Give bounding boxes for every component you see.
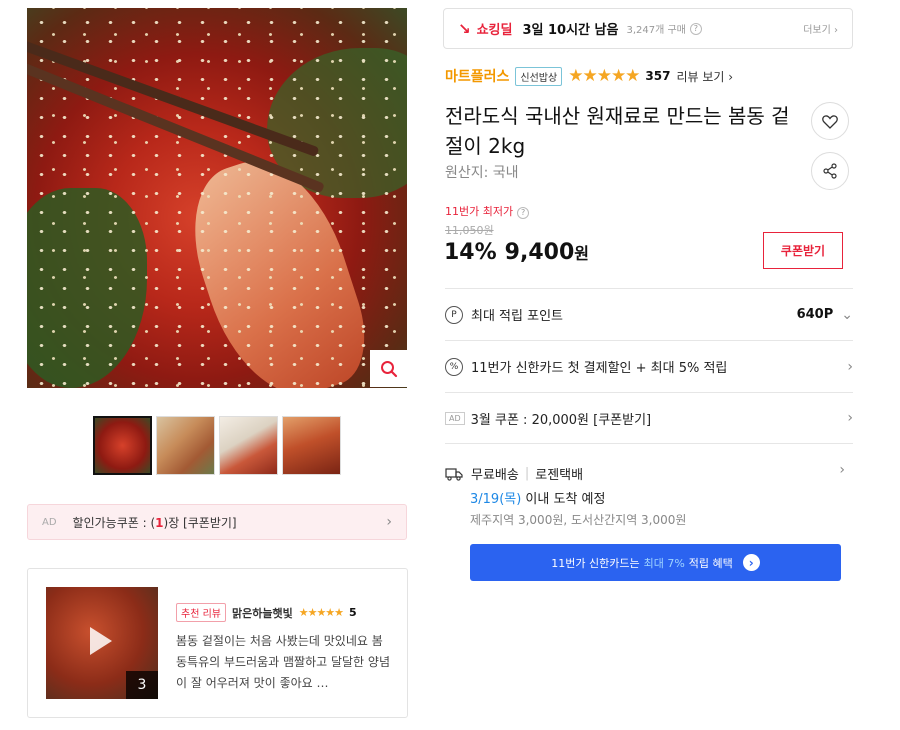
percent-icon: %: [445, 357, 463, 376]
points-icon: P: [445, 305, 463, 324]
thumbnail-3[interactable]: [219, 416, 278, 475]
deal-sold-count: 3,247개 구매: [626, 25, 686, 36]
card-promo-banner[interactable]: 11번가 신한카드는 최대 7% 적립 혜택 ›: [470, 544, 841, 581]
discount-rate: 14%: [444, 240, 497, 265]
monthly-coupon-row[interactable]: AD 3월 쿠폰 : 20,000원 [쿠폰받기] ›: [445, 392, 853, 443]
deal-arrow-icon: ↘: [458, 19, 471, 38]
brand-name[interactable]: 마트플러스: [445, 66, 509, 86]
shocking-deal-bar[interactable]: ↘ 쇼킹딜 3일 10시간 남음 3,247개 구매 ? 더보기 ›: [443, 8, 853, 49]
coupon-text: 할인가능쿠폰 : (1)장 [쿠폰받기]: [72, 515, 237, 530]
chevron-right-icon: ›: [839, 462, 845, 478]
heart-icon: [822, 114, 838, 129]
share-icon: [823, 163, 837, 179]
delivery-date: 3/19(목): [470, 492, 522, 507]
review-link[interactable]: 리뷰 보기 ›: [676, 68, 733, 85]
wishlist-button[interactable]: [811, 102, 849, 140]
reviewer-name: 맑은하늘햇빛: [231, 606, 293, 620]
get-coupon-button[interactable]: 쿠폰받기: [763, 232, 843, 269]
review-photo-count: 3: [126, 671, 158, 699]
brand-badge: 신선밥상: [515, 66, 563, 86]
divider: |: [524, 466, 530, 481]
chevron-right-icon: ›: [847, 410, 853, 426]
points-row[interactable]: P 최대 적립 포인트 640P ⌄: [445, 288, 853, 340]
magnifier-icon: [380, 360, 397, 377]
truck-icon: [445, 467, 463, 481]
free-shipping-label: 무료배송: [471, 468, 519, 483]
origin-label: 원산지: 국내: [445, 165, 519, 181]
sale-price: 9,400: [504, 240, 575, 265]
currency-unit: 원: [574, 244, 589, 263]
arrow-right-icon: ›: [742, 554, 760, 571]
help-icon[interactable]: ?: [517, 206, 530, 219]
review-text: 봄동 겉절이는 처음 사봤는데 맛있네요 봄동특유의 부드러움과 맴짤하고 달달…: [176, 634, 390, 690]
price-row: 14% 9,400 원: [444, 240, 589, 265]
review-score: 5: [349, 606, 357, 619]
recommended-badge: 추천 리뷰: [176, 603, 226, 622]
thumbnail-strip: [93, 416, 341, 475]
rating-stars: ★★★★★: [568, 66, 640, 86]
extra-shipping-fee: 제주지역 3,000원, 도서산간지역 3,000원: [470, 513, 687, 527]
share-button[interactable]: [811, 152, 849, 190]
review-stars: ★★★★★: [298, 606, 344, 619]
points-value: 640P: [796, 307, 834, 322]
main-product-image[interactable]: [27, 8, 407, 388]
deal-countdown: 3일 10시간 남음: [522, 23, 619, 38]
featured-review-card[interactable]: 3 추천 리뷰 맑은하늘햇빛 ★★★★★ 5 봄동 겉절이는 처음 사봤는데 맛…: [27, 568, 408, 718]
chevron-down-icon: ⌄: [841, 306, 853, 323]
discount-coupon-bar[interactable]: AD 할인가능쿠폰 : (1)장 [쿠폰받기] ›: [27, 504, 407, 540]
review-video-thumbnail[interactable]: 3: [46, 587, 158, 699]
points-label: 최대 적립 포인트: [471, 309, 563, 324]
help-icon[interactable]: ?: [689, 22, 702, 35]
ad-tag: AD: [445, 411, 465, 425]
product-title: 전라도식 국내산 원재료로 만드는 봄동 겉절이 2kg: [445, 104, 790, 158]
deal-more-link[interactable]: 더보기 ›: [803, 21, 838, 36]
zoom-button[interactable]: [370, 350, 407, 387]
deal-label: 쇼킹딜: [476, 23, 513, 38]
thumbnail-1[interactable]: [93, 416, 152, 475]
chevron-right-icon: ›: [847, 358, 853, 375]
review-header: 추천 리뷰 맑은하늘햇빛 ★★★★★ 5: [176, 603, 357, 622]
ad-tag: AD: [42, 516, 57, 528]
play-icon: [90, 627, 112, 655]
original-price: 11,050원: [445, 224, 494, 237]
monthly-coupon-text: 3월 쿠폰 : 20,000원 [쿠폰받기]: [470, 412, 652, 428]
delivery-estimate: 3/19(목) 이내 도착 예정: [470, 492, 606, 507]
brand-row: 마트플러스 신선밥상 ★★★★★ 357 리뷰 보기 ›: [445, 66, 733, 86]
card-benefit-text: 11번가 신한카드 첫 결제할인 + 최대 5% 적립: [471, 361, 728, 376]
review-count: 357: [645, 69, 671, 83]
chevron-right-icon: ›: [386, 514, 392, 530]
thumbnail-4[interactable]: [282, 416, 341, 475]
lowest-price-label: 11번가 최저가?: [445, 203, 530, 219]
card-benefit-row[interactable]: % 11번가 신한카드 첫 결제할인 + 최대 5% 적립 ›: [445, 340, 853, 392]
promo-highlight: 최대 7%: [643, 556, 685, 570]
thumbnail-2[interactable]: [156, 416, 215, 475]
carrier-name: 로젠택배: [535, 468, 584, 483]
shipping-method: 무료배송 | 로젠택배: [445, 464, 583, 483]
